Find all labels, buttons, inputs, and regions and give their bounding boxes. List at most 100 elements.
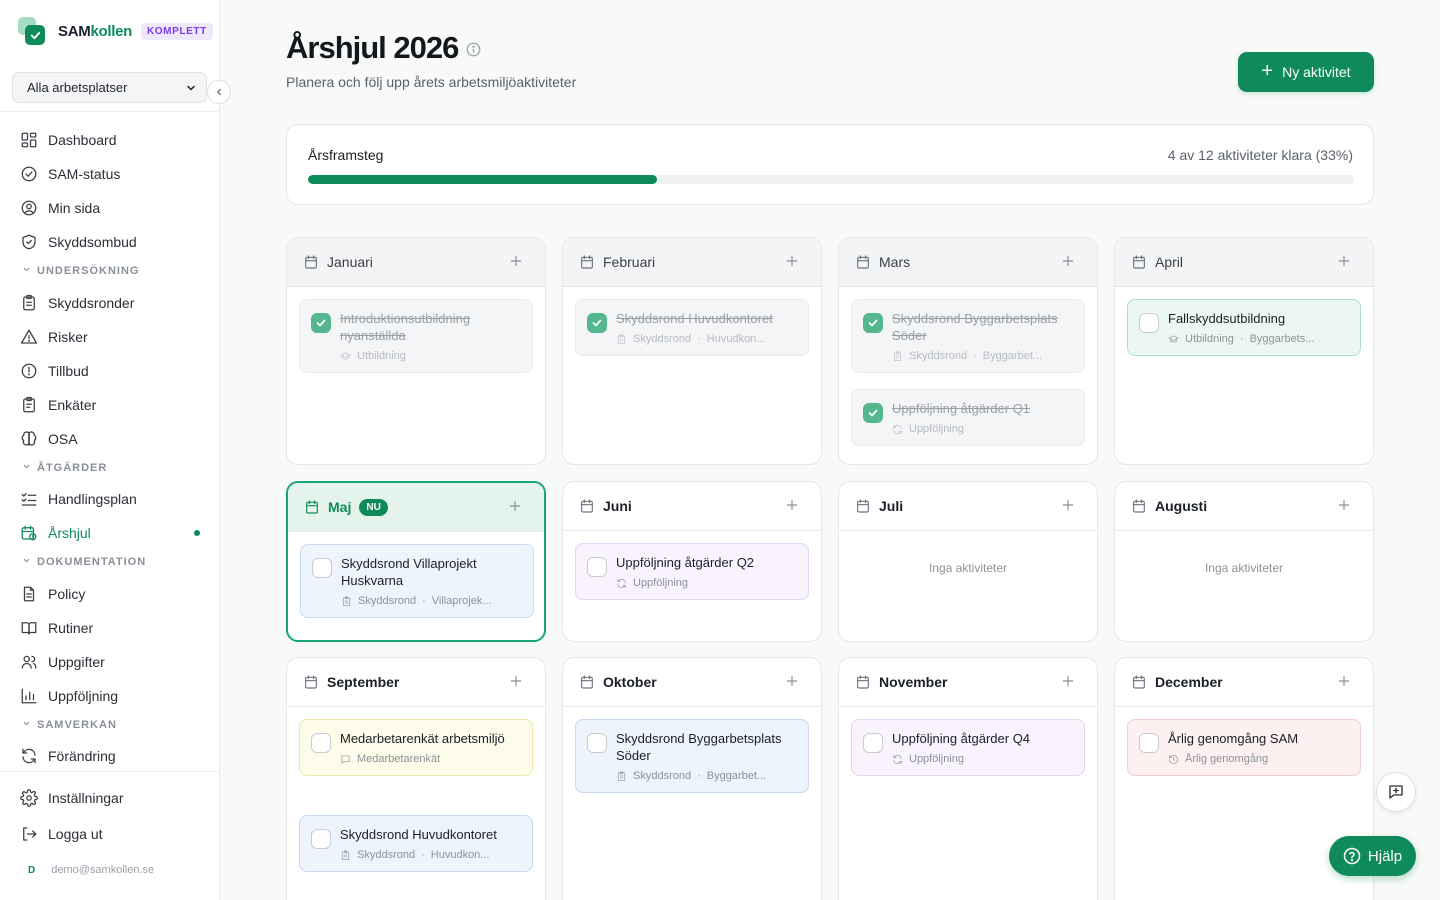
add-activity-button[interactable] <box>1335 252 1353 270</box>
activity-checkbox[interactable] <box>587 733 607 753</box>
activity-checkbox[interactable] <box>1139 313 1159 333</box>
activity-card[interactable]: Skyddsrond Byggarbetsplats Söder Skyddsr… <box>575 719 809 793</box>
sidebar-item-årshjul[interactable]: Årshjul <box>20 520 210 546</box>
sidebar-item-sam-status[interactable]: SAM-status <box>20 161 210 187</box>
sidebar-item-förändring[interactable]: Förändring <box>20 743 210 769</box>
add-activity-button[interactable] <box>506 497 524 515</box>
clipboard-icon <box>616 771 627 782</box>
activity-card[interactable]: Skyddsrond Huvudkontoret Skyddsrond · Huv… <box>299 815 533 872</box>
activity-location: Byggarbets... <box>1249 333 1315 345</box>
calendar-icon <box>579 254 595 270</box>
meta-separator: · <box>1239 333 1244 345</box>
month-header: Februari <box>563 238 821 287</box>
logo[interactable]: SAMkollen KOMPLETT <box>18 16 213 46</box>
workplace-select[interactable]: Alla arbetsplatser <box>12 72 207 103</box>
users-icon <box>20 653 38 671</box>
sidebar-item-label: Enkäter <box>48 397 97 413</box>
activity-card[interactable]: Uppföljning åtgärder Q1 Uppföljning <box>851 389 1085 446</box>
activity-checkbox[interactable] <box>863 403 883 423</box>
sidebar-item-tillbud[interactable]: Tillbud <box>20 358 210 384</box>
sidebar-item-skyddsombud[interactable]: Skyddsombud <box>20 229 210 255</box>
add-activity-button[interactable] <box>1059 672 1077 690</box>
year-progress-card: Årsframsteg 4 av 12 aktiviteter klara (3… <box>286 124 1374 205</box>
page-title: Årshjul 2026 <box>286 30 481 66</box>
activity-card[interactable]: Medarbetarenkät arbetsmiljö Medarbetaren… <box>299 719 533 776</box>
activity-card[interactable]: Årlig genomgång SAM Årlig genomgång <box>1127 719 1361 776</box>
activity-meta: Utbildning <box>340 350 520 362</box>
add-activity-button[interactable] <box>783 252 801 270</box>
add-activity-button[interactable] <box>1059 496 1077 514</box>
active-indicator <box>194 530 200 536</box>
activity-card[interactable]: Skyddsrond Villaprojekt Huskvarna Skydds… <box>300 544 534 618</box>
activity-checkbox[interactable] <box>311 829 331 849</box>
activity-checkbox[interactable] <box>863 313 883 333</box>
activity-card[interactable]: Skyddsrond Byggarbetsplats Söder Skyddsr… <box>851 299 1085 373</box>
activity-meta: Skyddsrond · Huvudkon... <box>340 849 520 861</box>
calendar-icon <box>855 674 871 690</box>
activity-checkbox[interactable] <box>1139 733 1159 753</box>
sidebar-item-skyddsronder[interactable]: Skyddsronder <box>20 290 210 316</box>
activity-card[interactable]: Uppföljning åtgärder Q4 Uppföljning <box>851 719 1085 776</box>
plus-icon: + <box>1261 60 1274 82</box>
activity-checkbox[interactable] <box>312 558 332 578</box>
month-header: Juli <box>839 482 1097 531</box>
activity-checkbox[interactable] <box>863 733 883 753</box>
month-header: Mars <box>839 238 1097 287</box>
sidebar-item-label: OSA <box>48 431 78 447</box>
meta-separator: · <box>973 350 977 362</box>
activity-card[interactable]: Skyddsrond Huvudkontoret Skyddsrond · Huv… <box>575 299 809 356</box>
activity-checkbox[interactable] <box>311 313 331 333</box>
calendar-icon <box>303 254 319 270</box>
activity-card[interactable]: Introduktionsutbildning nyanställda Utbi… <box>299 299 533 373</box>
calendar-icon <box>1131 254 1147 270</box>
sidebar-section-header[interactable]: UNDERSÖKNING <box>22 265 139 277</box>
month-card-juni: Juni Uppföljning åtgärder Q2 Uppföljning <box>562 481 822 642</box>
sidebar-item-handlingsplan[interactable]: Handlingsplan <box>20 486 210 512</box>
add-activity-button[interactable] <box>1335 672 1353 690</box>
month-name: Juni <box>603 498 632 514</box>
sidebar-item-uppföljning[interactable]: Uppföljning <box>20 683 210 709</box>
sidebar-item-min-sida[interactable]: Min sida <box>20 195 210 221</box>
activity-checkbox[interactable] <box>587 313 607 333</box>
sidebar-section-header[interactable]: DOKUMENTATION <box>22 556 146 568</box>
sidebar-item-policy[interactable]: Policy <box>20 581 210 607</box>
sidebar-item-osa[interactable]: OSA <box>20 426 210 452</box>
month-header: November <box>839 658 1097 707</box>
add-activity-button[interactable] <box>507 672 525 690</box>
activity-type: Skyddsrond <box>633 770 692 782</box>
sidebar-section-header[interactable]: ÅTGÄRDER <box>22 462 107 474</box>
add-activity-button[interactable] <box>1059 252 1077 270</box>
sidebar-item-label: Uppgifter <box>48 654 105 670</box>
graduation-icon <box>340 351 351 362</box>
user-info: D demo@samkollen.se <box>28 864 154 876</box>
month-name: November <box>879 674 948 690</box>
sidebar-item-enkäter[interactable]: Enkäter <box>20 392 210 418</box>
feedback-button[interactable] <box>1376 772 1416 812</box>
progress-status: 4 av 12 aktiviteter klara (33%) <box>1167 147 1353 163</box>
add-activity-button[interactable] <box>783 672 801 690</box>
add-activity-button[interactable] <box>1335 496 1353 514</box>
activity-card[interactable]: Uppföljning åtgärder Q2 Uppföljning <box>575 543 809 600</box>
sidebar-item-uppgifter[interactable]: Uppgifter <box>20 649 210 675</box>
new-activity-button[interactable]: + Ny aktivitet <box>1238 52 1374 92</box>
activity-checkbox[interactable] <box>311 733 331 753</box>
user-email: demo@samkollen.se <box>51 864 155 876</box>
help-button[interactable]: Hjälp <box>1329 836 1416 876</box>
activity-card[interactable]: Fallskyddsutbildning Utbildning · Byggarb… <box>1127 299 1361 356</box>
collapse-sidebar-button[interactable] <box>207 80 231 104</box>
sidebar-item-label: Inställningar <box>48 790 124 806</box>
month-card-januari: Januari Introduktionsutbildning nyanstäl… <box>286 237 546 465</box>
sidebar-item-dashboard[interactable]: Dashboard <box>20 127 210 153</box>
sidebar-item-risker[interactable]: Risker <box>20 324 210 350</box>
sidebar-section-header[interactable]: SAMVERKAN <box>22 719 117 731</box>
activity-checkbox[interactable] <box>587 557 607 577</box>
sidebar-item-rutiner[interactable]: Rutiner <box>20 615 210 641</box>
info-icon[interactable] <box>466 42 481 57</box>
progress-label: Årsframsteg <box>308 147 384 163</box>
activity-meta: Skyddsrond · Huvudkon... <box>616 333 796 345</box>
add-activity-button[interactable] <box>783 496 801 514</box>
sidebar-item-inställningar[interactable]: Inställningar <box>20 785 210 811</box>
activity-type: Skyddsrond <box>358 595 417 607</box>
add-activity-button[interactable] <box>507 252 525 270</box>
sidebar-item-logga-ut[interactable]: Logga ut <box>20 821 210 847</box>
